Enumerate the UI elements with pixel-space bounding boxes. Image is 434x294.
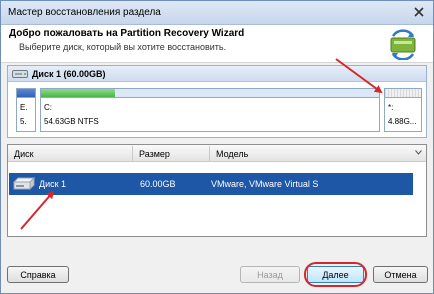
next-button-highlight-ring [304,262,367,287]
column-header-disk[interactable]: Диск [14,149,34,159]
disk-size-cell: 60.00GB [140,179,176,189]
partition-letter: C: [44,103,52,112]
partition-size: 4.88G... [388,117,417,126]
partition-letter: E. [20,103,28,112]
partition-unallocated[interactable]: *: 4.88G... [384,88,422,132]
disk-name-cell: Диск 1 [39,179,67,189]
partition-size: 54.63GB NTFS [44,117,99,126]
partition-usage-bar [17,89,35,98]
wizard-subtitle: Выберите диск, который вы хотите восстан… [19,42,227,52]
disk-map-header[interactable]: Диск 1 (60.00GB) [8,66,426,82]
window-title: Мастер восстановления раздела [8,7,161,18]
chevron-down-icon[interactable] [415,150,422,155]
column-header-model[interactable]: Модель [216,149,248,159]
disk-icon [13,177,35,190]
close-icon [414,7,424,17]
title-bar: Мастер восстановления раздела [1,1,433,25]
partition-usage-bar [41,89,379,98]
partition-size: 5. [20,117,27,126]
partition-letter: *: [388,103,394,112]
wizard-title: Добро пожаловать на Partition Recovery W… [9,28,245,39]
partition-usage-bar [385,89,421,98]
disk-table-header: Диск Размер Модель [8,145,426,162]
column-separator[interactable] [209,146,210,161]
column-separator[interactable] [132,146,133,161]
column-header-size[interactable]: Размер [139,149,170,159]
partition-c[interactable]: C: 54.63GB NTFS [40,88,380,132]
wizard-header: Добро пожаловать на Partition Recovery W… [1,25,433,63]
cancel-button[interactable]: Отмена [373,266,428,283]
disk-icon [12,70,28,78]
disk-map-label: Диск 1 (60.00GB) [32,69,106,79]
partition-system-reserved[interactable]: E. 5. [16,88,36,132]
table-row[interactable]: Диск 1 60.00GB VMware, VMware Virtual S [9,173,413,195]
recovery-wizard-window: Мастер восстановления раздела Добро пожа… [0,0,434,294]
help-button[interactable]: Справка [7,266,69,283]
disk-table: Диск Размер Модель Диск 1 60.00GB VMware… [7,144,427,237]
partition-usage-fill [41,89,116,97]
close-button[interactable] [410,3,428,21]
recovery-wizard-icon [390,29,416,60]
back-button[interactable]: Назад [240,266,300,283]
disk-map-panel: Диск 1 (60.00GB) E. 5. C: 54.63GB NTFS *… [7,65,427,138]
disk-model-cell: VMware, VMware Virtual S [211,179,319,189]
